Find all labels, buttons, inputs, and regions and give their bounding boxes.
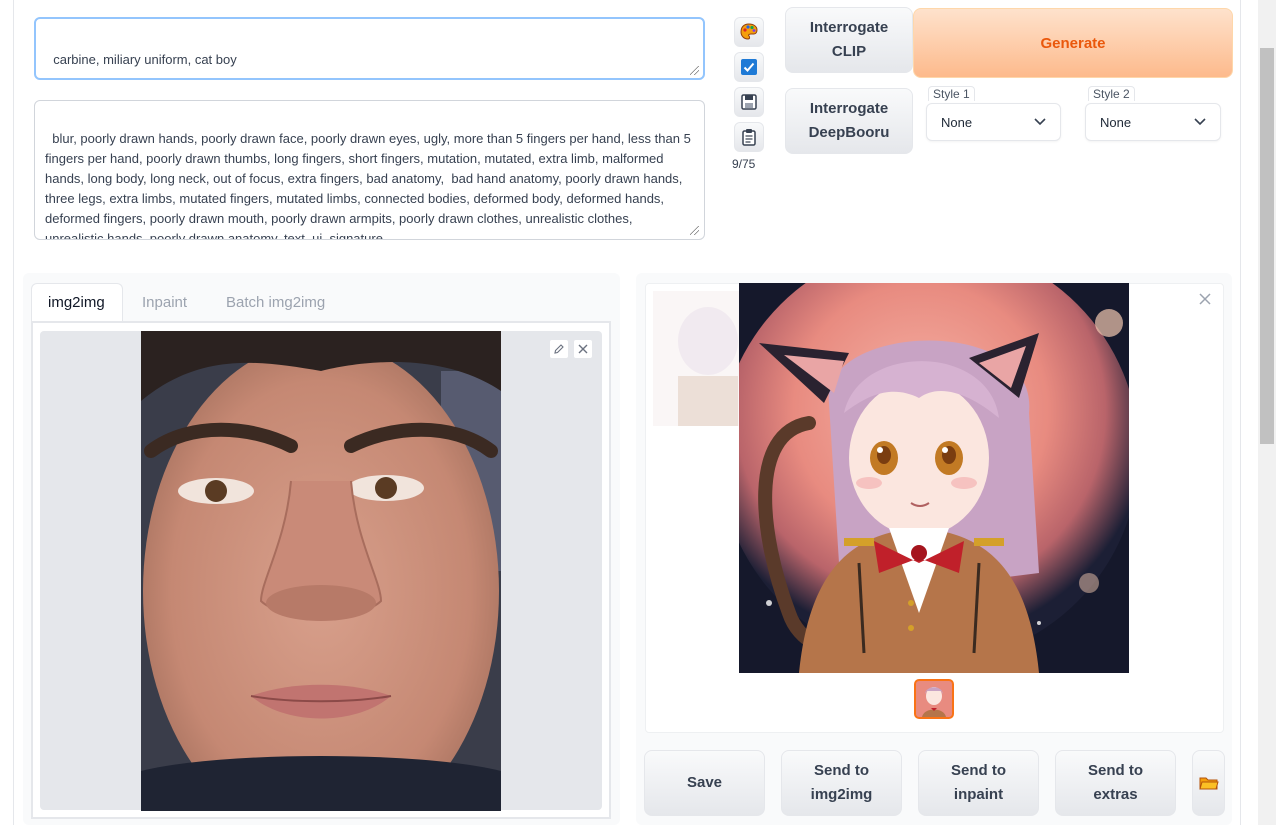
chevron-down-icon <box>1194 118 1206 126</box>
style1-select[interactable]: None <box>926 103 1061 141</box>
tab-inpaint[interactable]: Inpaint <box>126 283 203 321</box>
edit-image-button[interactable] <box>549 339 569 359</box>
generate-button[interactable]: Generate <box>913 8 1233 78</box>
init-image-photo <box>141 331 501 811</box>
open-folder-button[interactable] <box>1192 750 1225 816</box>
style2-value: None <box>1100 114 1132 130</box>
negative-prompt-text: blur, poorly drawn hands, poorly drawn f… <box>45 131 695 240</box>
send-to-inpaint-button[interactable]: Send to inpaint <box>918 750 1039 816</box>
style1-label: Style 1 <box>928 86 975 101</box>
interrogate-clip-button[interactable]: Interrogate CLIP <box>785 7 913 73</box>
paste-button[interactable] <box>734 122 764 152</box>
negative-prompt-resize-grip[interactable] <box>690 226 700 236</box>
gallery-preview-faded <box>653 291 743 426</box>
style1-value: None <box>941 114 973 130</box>
token-counter: 9/75 <box>732 157 756 171</box>
prompt-textarea[interactable]: carbine, miliary uniform, cat boy <box>34 17 705 80</box>
send-to-extras-button[interactable]: Send to extras <box>1055 750 1176 816</box>
checkbox-icon <box>741 59 757 75</box>
clipboard-icon <box>742 129 756 146</box>
save-disk-icon <box>741 94 757 110</box>
tab-batch-img2img[interactable]: Batch img2img <box>210 283 341 321</box>
gallery-close-button[interactable] <box>1199 292 1211 310</box>
tab-img2img[interactable]: img2img <box>31 283 123 321</box>
scrollbar-thumb[interactable] <box>1260 48 1274 444</box>
gallery-thumbnail[interactable] <box>914 679 954 719</box>
close-icon <box>578 344 588 354</box>
style2-select[interactable]: None <box>1085 103 1221 141</box>
paint-palette-icon <box>740 23 758 40</box>
pencil-icon <box>554 344 564 354</box>
folder-icon <box>1198 777 1219 790</box>
send-to-img2img-button[interactable]: Send to img2img <box>781 750 902 816</box>
negative-prompt-textarea[interactable]: blur, poorly drawn hands, poorly drawn f… <box>34 100 705 240</box>
prompt-resize-grip[interactable] <box>690 66 700 76</box>
paint-palette-button[interactable] <box>734 17 764 47</box>
generated-image[interactable] <box>739 283 1129 673</box>
chevron-down-icon <box>1034 118 1046 126</box>
page-left-border <box>0 0 14 825</box>
clear-image-button[interactable] <box>573 339 593 359</box>
close-icon <box>1199 293 1211 305</box>
checkbox-button[interactable] <box>734 52 764 82</box>
page-right-border <box>1240 0 1241 825</box>
style2-label: Style 2 <box>1088 86 1135 101</box>
save-output-button[interactable]: Save <box>644 750 765 816</box>
interrogate-deepbooru-button[interactable]: Interrogate DeepBooru <box>785 88 913 154</box>
prompt-text: carbine, miliary uniform, cat boy <box>53 52 237 67</box>
save-style-button[interactable] <box>734 87 764 117</box>
